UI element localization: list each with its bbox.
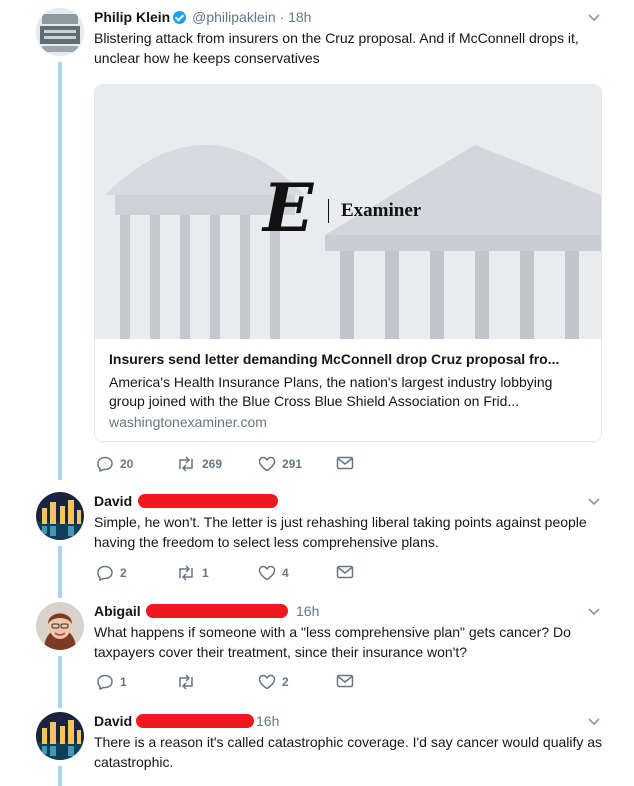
avatar[interactable] — [36, 712, 84, 760]
retweet-count: 269 — [202, 457, 223, 471]
envelope-icon — [336, 674, 354, 688]
retweet-button[interactable] — [176, 674, 196, 690]
chevron-down-icon[interactable] — [587, 714, 601, 728]
card-domain[interactable]: washingtonexaminer.com — [109, 414, 267, 430]
chevron-down-icon[interactable] — [587, 604, 601, 618]
thread-line — [58, 546, 62, 598]
reply-count: 2 — [120, 566, 127, 580]
thread-line — [58, 62, 62, 480]
reply-count: 20 — [120, 457, 134, 471]
avatar[interactable] — [36, 602, 84, 650]
tweet-time[interactable]: 16h — [296, 602, 319, 620]
tweet-text: There is a reason it's called catastroph… — [94, 734, 603, 770]
reply-icon — [97, 565, 113, 581]
author-name[interactable]: David — [94, 713, 132, 729]
redaction-mark — [136, 714, 254, 728]
reply-count: 1 — [120, 675, 127, 689]
reply-button[interactable]: 2 — [96, 565, 127, 581]
tweet-header: Philip Klein @philipaklein · 18h — [94, 8, 311, 26]
tweet-text: What happens if someone with a "less com… — [94, 624, 571, 660]
retweet-icon — [179, 565, 193, 581]
tweet-header: David — [94, 492, 132, 510]
chevron-down-icon[interactable] — [587, 494, 601, 508]
thread-line — [58, 766, 62, 786]
avatar[interactable] — [36, 492, 84, 540]
retweet-button[interactable]: 1 — [176, 565, 209, 581]
tweet-time[interactable]: 18h — [288, 9, 311, 25]
like-count: 4 — [282, 566, 289, 580]
card-image: E Examiner — [95, 85, 601, 339]
retweet-count: 1 — [202, 566, 209, 580]
author-handle[interactable]: @philipaklein — [192, 9, 275, 25]
author-name[interactable]: Abigail — [94, 603, 141, 619]
card-description: America's Health Insurance Plans, the na… — [109, 374, 553, 409]
heart-icon — [258, 565, 276, 581]
author-name[interactable]: David — [94, 493, 132, 509]
envelope-icon — [336, 456, 354, 470]
like-count: 2 — [282, 675, 289, 689]
reply-button[interactable]: 1 — [96, 674, 127, 690]
tweet-header: David 16h — [94, 712, 279, 730]
logo-divider — [328, 199, 329, 223]
tweet-header: Abigail 16h — [94, 602, 319, 620]
retweet-icon — [179, 456, 193, 472]
reply-icon — [97, 456, 113, 472]
tweet-time[interactable]: 16h — [256, 712, 279, 730]
card-title[interactable]: Insurers send letter demanding McConnell… — [109, 351, 589, 367]
direct-message-button[interactable] — [336, 565, 354, 579]
like-button[interactable]: 4 — [258, 565, 289, 581]
envelope-icon — [336, 565, 354, 579]
direct-message-button[interactable] — [336, 674, 354, 688]
retweet-icon — [179, 674, 193, 690]
tweet-text: Simple, he won't. The letter is just reh… — [94, 514, 587, 550]
redaction-mark — [146, 604, 288, 618]
tweet-text: Blistering attack from insurers on the C… — [94, 30, 579, 66]
direct-message-button[interactable] — [336, 456, 354, 470]
heart-icon — [258, 456, 276, 472]
like-count: 291 — [282, 457, 303, 471]
card-brand: Examiner — [341, 200, 422, 221]
reply-icon — [97, 674, 113, 690]
redaction-mark — [138, 494, 278, 508]
avatar[interactable] — [36, 8, 84, 56]
verified-badge-icon — [173, 11, 187, 24]
chevron-down-icon[interactable] — [587, 10, 601, 24]
link-card[interactable]: E Examiner Insurers send letter demandin… — [94, 84, 602, 442]
retweet-button[interactable]: 269 — [176, 456, 222, 472]
like-button[interactable]: 291 — [258, 456, 302, 472]
tweet-time-separator: · — [279, 9, 285, 25]
author-name[interactable]: Philip Klein — [94, 9, 170, 25]
examiner-logo-icon: E — [263, 169, 314, 247]
like-button[interactable]: 2 — [258, 674, 289, 690]
heart-icon — [258, 674, 276, 690]
thread-line — [58, 656, 62, 708]
reply-button[interactable]: 20 — [96, 456, 133, 472]
